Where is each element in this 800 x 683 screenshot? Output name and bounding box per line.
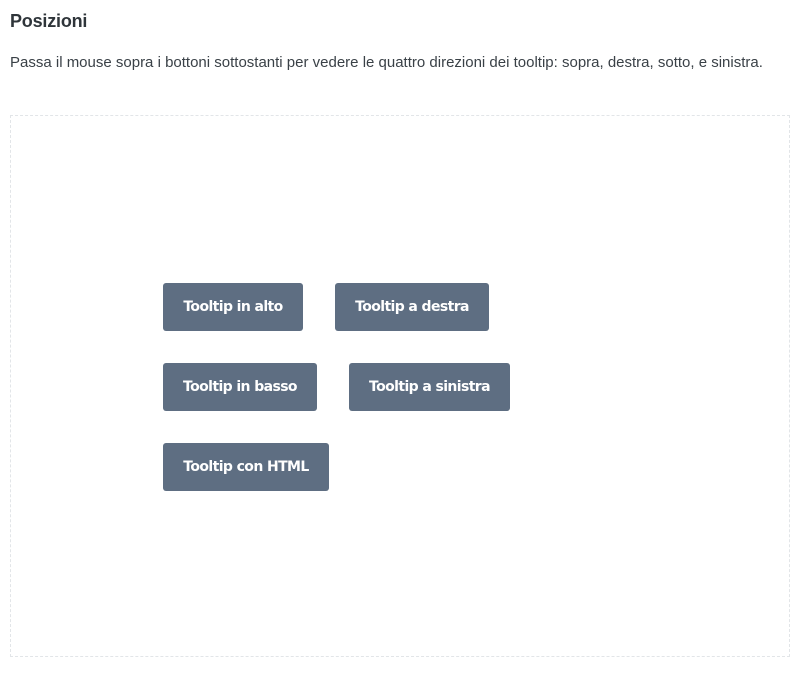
section-title: Posizioni: [10, 11, 88, 31]
section-description: Passa il mouse sopra i bottoni sottostan…: [10, 54, 763, 71]
tooltip-demo-area: Tooltip in alto Tooltip a destra Tooltip…: [10, 115, 790, 657]
tooltip-top-button[interactable]: Tooltip in alto: [163, 283, 303, 331]
tooltip-bottom-button[interactable]: Tooltip in basso: [163, 363, 317, 411]
tooltip-html-button[interactable]: Tooltip con HTML: [163, 443, 329, 491]
tooltip-left-button[interactable]: Tooltip a sinistra: [349, 363, 510, 411]
tooltip-right-button[interactable]: Tooltip a destra: [335, 283, 489, 331]
